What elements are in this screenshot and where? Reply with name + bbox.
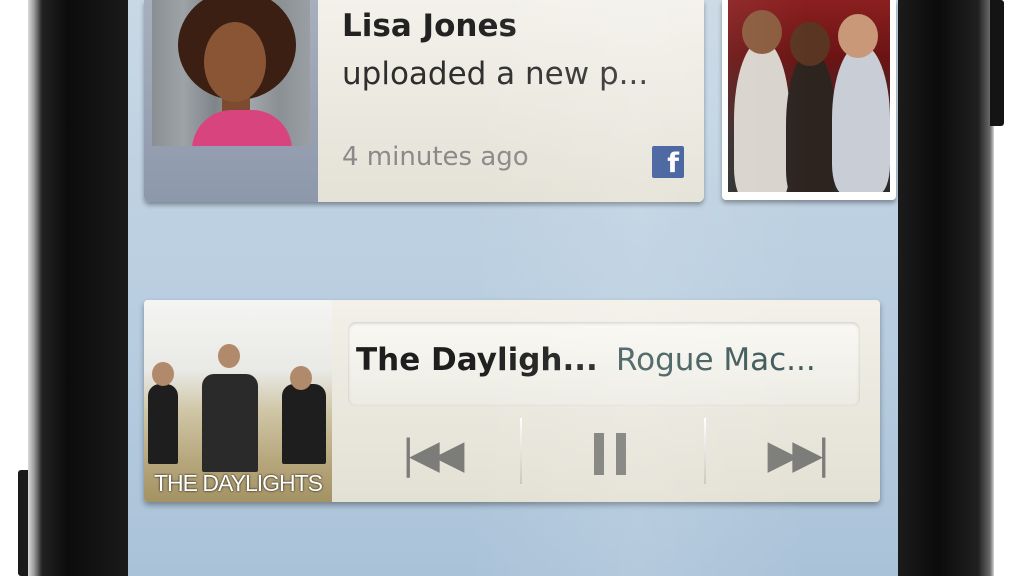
phone-bezel-left <box>28 0 128 576</box>
playback-controls: |◀◀ ▶▶| <box>340 408 880 502</box>
next-button[interactable]: ▶▶| <box>706 408 880 502</box>
avatar-panel <box>144 0 318 202</box>
pause-button[interactable] <box>522 408 702 502</box>
home-screen: Lisa Jones uploaded a new p... 4 minutes… <box>128 0 898 576</box>
activity-text: uploaded a new p... <box>342 56 649 92</box>
shared-photo <box>728 0 890 192</box>
next-icon: ▶▶| <box>767 432 831 478</box>
avatar[interactable] <box>152 0 310 146</box>
phone-bezel-right <box>898 0 994 576</box>
phone-side-button <box>990 0 1004 126</box>
album-art[interactable]: THE DAYLIGHTS <box>144 300 332 502</box>
divider <box>520 418 522 484</box>
status-body: Lisa Jones uploaded a new p... 4 minutes… <box>318 0 704 202</box>
music-player-widget: THE DAYLIGHTS The Dayligh... Rogue Mac..… <box>144 300 880 502</box>
social-status-widget[interactable]: Lisa Jones uploaded a new p... 4 minutes… <box>144 0 704 202</box>
facebook-icon: f <box>652 146 684 178</box>
photo-thumbnail[interactable] <box>722 0 896 200</box>
divider <box>704 418 706 484</box>
album-title: THE DAYLIGHTS <box>153 470 323 496</box>
artist-name: The Dayligh... <box>356 342 598 378</box>
previous-button[interactable]: |◀◀ <box>340 408 520 502</box>
timestamp: 4 minutes ago <box>342 142 529 172</box>
contact-name[interactable]: Lisa Jones <box>342 8 517 44</box>
track-info[interactable]: The Dayligh... Rogue Mac... <box>348 322 860 406</box>
previous-icon: |◀◀ <box>401 432 465 478</box>
track-name: Rogue Mac... <box>616 342 816 378</box>
